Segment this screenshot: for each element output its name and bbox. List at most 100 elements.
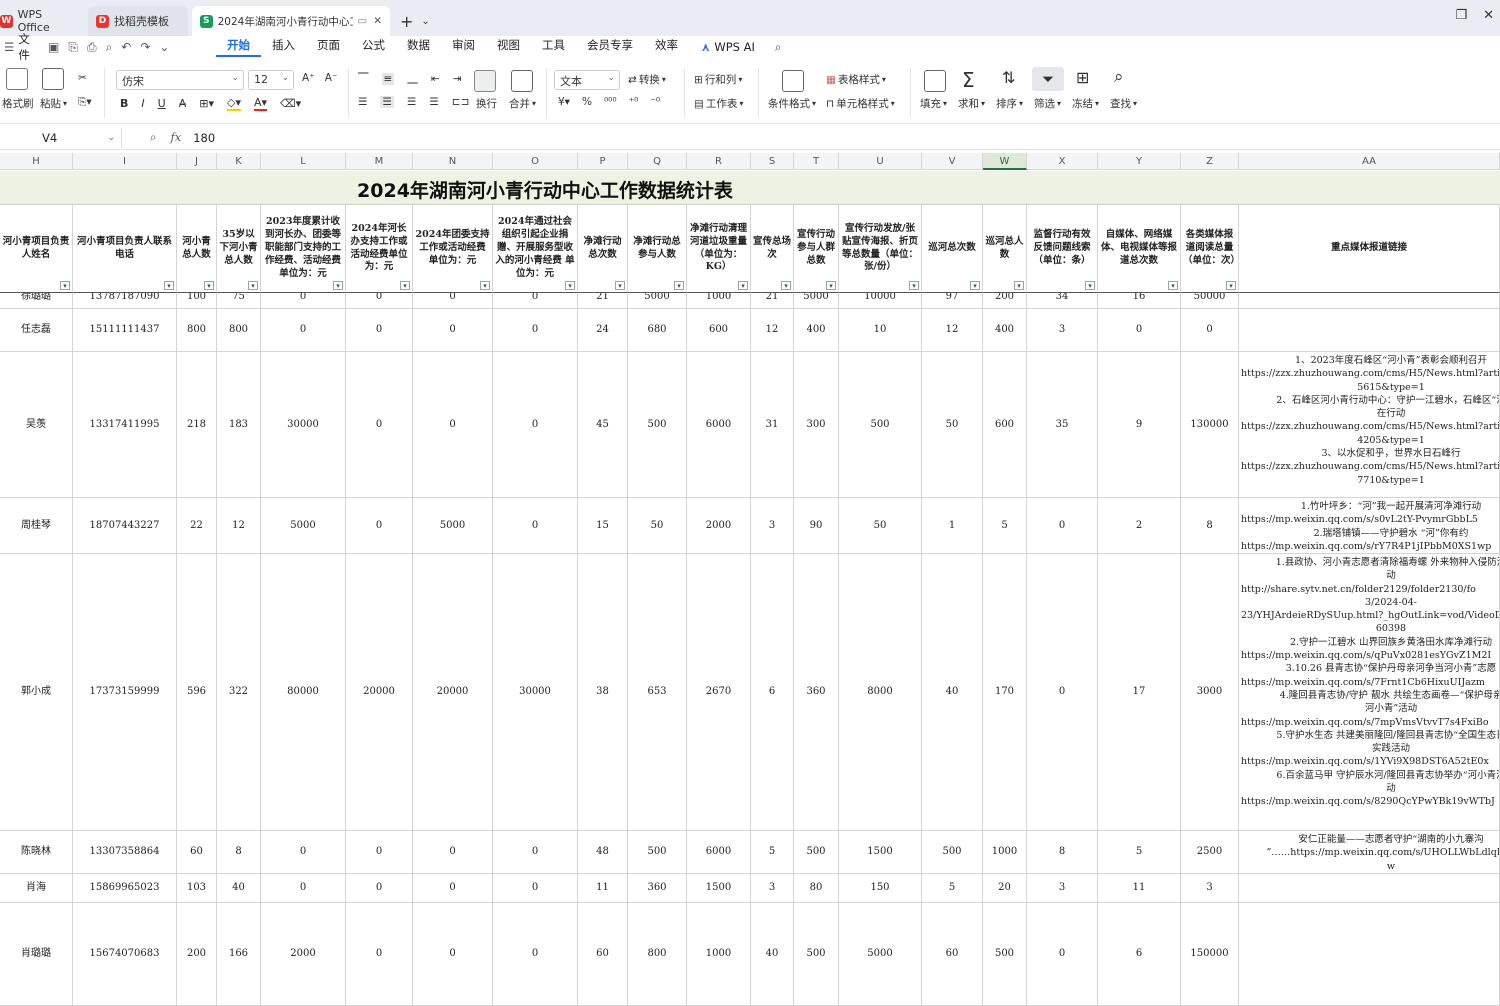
align-middle-icon[interactable]: ≡	[381, 72, 395, 85]
name-box[interactable]: V4 ⌄	[0, 127, 122, 148]
increase-font-icon[interactable]: A⁺	[302, 72, 315, 84]
table-cell[interactable]: 16	[1098, 293, 1181, 309]
table-cell[interactable]: 2	[1098, 498, 1181, 554]
table-cell[interactable]: 0	[261, 293, 346, 309]
tab-current-sheet[interactable]: S 2024年湖南河小青行动中心工作 ▭ ✕	[192, 6, 390, 36]
table-cell[interactable]: 500	[628, 831, 687, 874]
table-cell[interactable]: 3000	[1181, 554, 1239, 831]
table-cell[interactable]: 陈晓林	[0, 831, 73, 874]
font-color-icon[interactable]: A▾	[253, 96, 268, 111]
table-cell[interactable]: 653	[628, 554, 687, 831]
table-cell[interactable]: 0	[493, 309, 578, 352]
filter-dropdown-icon[interactable]: ▾	[333, 281, 343, 290]
table-cell[interactable]: 40	[922, 554, 983, 831]
table-cell[interactable]: 周桂琴	[0, 498, 73, 554]
table-cell[interactable]: 5	[922, 874, 983, 903]
column-header-J[interactable]: J	[177, 153, 217, 170]
table-cell[interactable]: 任志磊	[0, 309, 73, 352]
table-cell[interactable]: 90	[794, 498, 839, 554]
table-cell[interactable]: 0	[346, 831, 413, 874]
column-header-I[interactable]: I	[73, 153, 177, 170]
thousands-icon[interactable]: ⁰⁰⁰	[604, 96, 617, 108]
table-cell[interactable]: 11	[578, 874, 628, 903]
filter-dropdown-icon[interactable]: ▾	[674, 281, 684, 290]
table-cell[interactable]: 800	[628, 903, 687, 1006]
table-cell[interactable]: 21	[578, 293, 628, 309]
filter-dropdown-icon[interactable]: ▾	[781, 281, 791, 290]
table-cell[interactable]: 48	[578, 831, 628, 874]
table-cell[interactable]: 2500	[1181, 831, 1239, 874]
close-icon[interactable]: ✕	[373, 15, 382, 27]
menu-tab-5[interactable]: 审阅	[441, 37, 486, 57]
table-cell[interactable]: 5000	[413, 498, 493, 554]
menu-tab-2[interactable]: 页面	[306, 37, 351, 57]
table-cell[interactable]: 80000	[261, 554, 346, 831]
filter-dropdown-icon[interactable]: ▾	[909, 281, 919, 290]
media-link-cell[interactable]	[1239, 293, 1500, 309]
table-cell[interactable]: 0	[346, 309, 413, 352]
table-cell[interactable]: 20000	[413, 554, 493, 831]
table-cell[interactable]: 15	[578, 498, 628, 554]
filter-dropdown-icon[interactable]: ▾	[1014, 281, 1024, 290]
table-cell[interactable]: 50000	[1181, 293, 1239, 309]
table-cell[interactable]: 15674070683	[73, 903, 177, 1006]
table-cell[interactable]: 150000	[1181, 903, 1239, 1006]
table-cell[interactable]: 0	[261, 874, 346, 903]
column-header-U[interactable]: U	[839, 153, 922, 170]
table-cell[interactable]: 38	[578, 554, 628, 831]
print-icon[interactable]: ⎙	[87, 40, 97, 55]
table-cell[interactable]: 103	[177, 874, 217, 903]
filter-dropdown-icon[interactable]: ▾	[1168, 281, 1178, 290]
column-header-L[interactable]: L	[261, 153, 346, 170]
column-header-H[interactable]: H	[0, 153, 73, 170]
table-cell[interactable]: 徐璐璐	[0, 293, 73, 309]
menu-tab-1[interactable]: 插入	[261, 37, 306, 57]
save-icon[interactable]: ▣	[48, 40, 59, 55]
find-icon[interactable]: ⌕	[1114, 67, 1124, 87]
filter-dropdown-icon[interactable]: ▾	[615, 281, 625, 290]
column-header-S[interactable]: S	[751, 153, 794, 170]
table-cell[interactable]: 0	[1027, 498, 1098, 554]
table-cell[interactable]: 400	[794, 309, 839, 352]
bold-icon[interactable]: B	[120, 97, 128, 110]
zoom-icon[interactable]: ⌕	[150, 130, 156, 145]
table-cell[interactable]: 166	[217, 903, 261, 1006]
rows-cols-button[interactable]: ⊞ 行和列 ▾	[694, 72, 742, 87]
table-cell[interactable]: 1000	[983, 831, 1027, 874]
table-cell[interactable]: 60	[922, 903, 983, 1006]
font-family-select[interactable]: 仿宋 ⌄	[116, 70, 244, 90]
table-cell[interactable]: 40	[217, 874, 261, 903]
filter-dropdown-icon[interactable]: ▾	[164, 281, 174, 290]
table-cell[interactable]: 22	[177, 498, 217, 554]
menu-tab-6[interactable]: 视图	[486, 37, 531, 57]
table-cell[interactable]: 18707443227	[73, 498, 177, 554]
percent-icon[interactable]: %	[582, 96, 592, 108]
conditional-format-icon[interactable]	[782, 70, 804, 92]
number-format-select[interactable]: 文本 ⌄	[554, 70, 620, 90]
media-link-cell[interactable]: 1.竹叶坪乡：“河”我一起开展清河净滩行动 https://mp.weixin.q…	[1239, 498, 1500, 554]
table-cell[interactable]: 1000	[687, 293, 751, 309]
table-cell[interactable]: 21	[751, 293, 794, 309]
table-cell[interactable]: 31	[751, 352, 794, 498]
table-cell[interactable]: 100	[177, 293, 217, 309]
table-cell[interactable]: 30000	[493, 554, 578, 831]
table-cell[interactable]: 0	[1181, 309, 1239, 352]
table-cell[interactable]: 400	[983, 309, 1027, 352]
table-cell[interactable]: 8000	[839, 554, 922, 831]
table-cell[interactable]: 300	[794, 352, 839, 498]
filter-dropdown-icon[interactable]: ▾	[826, 281, 836, 290]
menu-tab-3[interactable]: 公式	[351, 37, 396, 57]
table-cell[interactable]: 0	[493, 831, 578, 874]
table-cell[interactable]: 8	[1027, 831, 1098, 874]
menu-tab-0[interactable]: 开始	[216, 37, 261, 57]
table-cell[interactable]: 11	[1098, 874, 1181, 903]
table-cell[interactable]: 17373159999	[73, 554, 177, 831]
menu-tab-7[interactable]: 工具	[531, 37, 576, 57]
table-cell[interactable]: 0	[261, 309, 346, 352]
table-cell[interactable]: 12	[922, 309, 983, 352]
sort-button[interactable]: 排序 ▾	[996, 96, 1023, 111]
table-cell[interactable]: 0	[413, 831, 493, 874]
table-cell[interactable]: 1000	[687, 903, 751, 1006]
media-link-cell[interactable]: 安仁正能量——志愿者守护“湖南的小九寨沟 ”……https://mp.weixin…	[1239, 831, 1500, 874]
indent-decrease-icon[interactable]: ⇤	[431, 73, 440, 85]
